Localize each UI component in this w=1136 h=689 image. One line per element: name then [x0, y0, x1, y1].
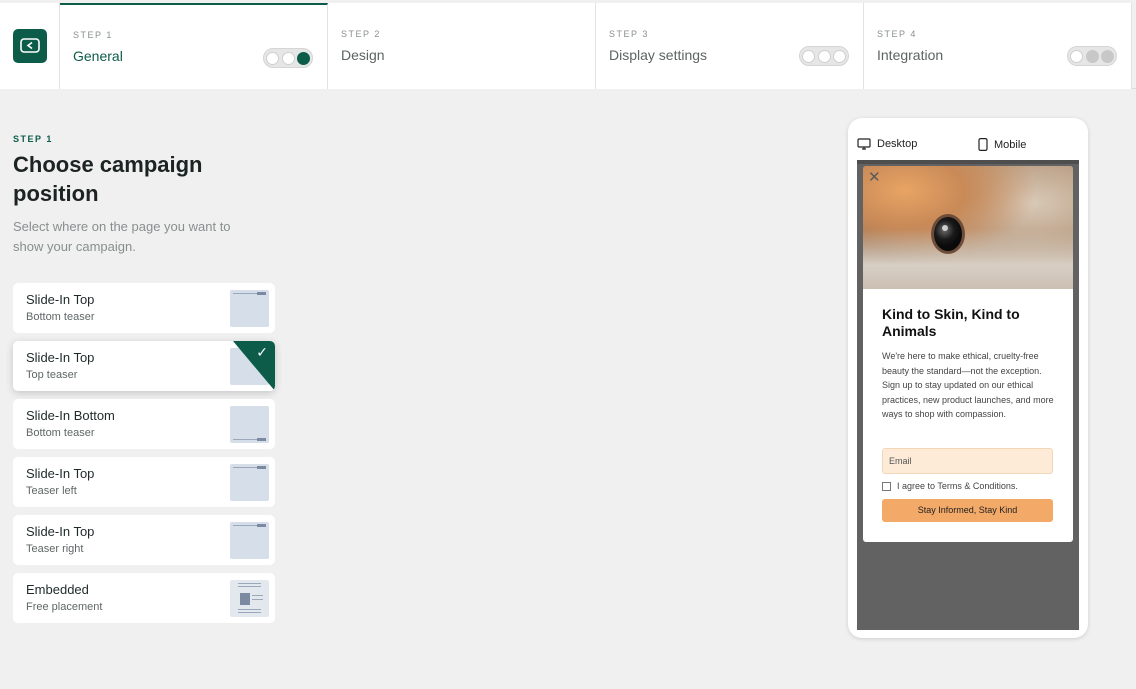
tab-mobile[interactable]: Mobile	[978, 138, 1026, 151]
position-option[interactable]: Slide-In Top Bottom teaser	[13, 283, 275, 333]
app-logo[interactable]	[12, 29, 47, 63]
step-integration[interactable]: STEP 4 Integration	[864, 3, 1132, 89]
step-number: STEP 4	[877, 29, 917, 39]
step-progress-dots	[799, 46, 849, 66]
progress-dot	[1085, 49, 1099, 63]
page-subtitle: Select where on the page you want to sho…	[13, 219, 231, 254]
tab-desktop-label: Desktop	[877, 138, 918, 150]
thumb-block	[240, 593, 250, 605]
progress-dot	[1070, 49, 1083, 63]
step-number: STEP 1	[73, 30, 113, 40]
position-option[interactable]: Embedded Free placement	[13, 573, 275, 623]
progress-dot-active	[297, 51, 310, 65]
terms-agree[interactable]: I agree to Terms & Conditions.	[882, 481, 1018, 491]
thumb-line	[252, 599, 263, 600]
campaign-popup: ✕ Kind to Skin, Kind to Animals We're he…	[863, 166, 1073, 542]
photo-fur	[863, 229, 1073, 289]
mobile-screen: ✕ Kind to Skin, Kind to Animals We're he…	[857, 160, 1079, 630]
layout-thumbnail	[230, 406, 269, 443]
layout-thumbnail	[230, 580, 269, 617]
thumb-line	[238, 609, 261, 610]
chat-logo-icon	[19, 38, 40, 53]
steps-bar: STEP 1 General STEP 2 Design STEP 3 Disp…	[0, 3, 1136, 89]
thumb-line	[238, 612, 261, 613]
page-title: Choose campaign position	[13, 152, 203, 206]
step-general[interactable]: STEP 1 General	[60, 3, 328, 89]
device-preview: Desktop Mobile ✕ Kind to Skin, Kind to A…	[848, 118, 1088, 638]
position-options: Slide-In Top Bottom teaser Slide-In Top …	[13, 283, 275, 631]
monitor-icon	[857, 138, 871, 150]
position-option[interactable]: Slide-In Top Teaser right	[13, 515, 275, 565]
progress-dot	[266, 51, 279, 65]
close-icon[interactable]: ✕	[868, 168, 881, 186]
thumb-block	[257, 524, 266, 527]
step-progress-dots	[263, 48, 313, 68]
popup-title: Kind to Skin, Kind to Animals	[882, 306, 1020, 339]
logo-cell[interactable]	[0, 3, 60, 89]
progress-dot	[1101, 49, 1114, 63]
terms-checkbox[interactable]	[882, 481, 891, 491]
device-tabs: Desktop Mobile	[848, 118, 1088, 158]
step-eyebrow: STEP 1	[13, 134, 53, 144]
step-design[interactable]: STEP 2 Design	[328, 3, 596, 89]
step-number: STEP 2	[341, 29, 381, 39]
layout-thumbnail	[230, 290, 269, 327]
progress-dot	[281, 51, 295, 65]
thumb-block	[257, 292, 266, 295]
step-label: Design	[341, 47, 385, 63]
thumb-block	[257, 438, 266, 441]
thumb-line	[238, 583, 261, 584]
subscribe-button[interactable]: Stay Informed, Stay Kind	[882, 499, 1053, 522]
email-input[interactable]: Email	[882, 448, 1053, 474]
position-header: STEP 1 Choose campaign position Select w…	[13, 134, 283, 257]
terms-label: I agree to Terms & Conditions.	[897, 481, 1018, 491]
selected-corner	[233, 341, 275, 391]
tab-desktop[interactable]: Desktop	[857, 138, 917, 150]
thumb-line	[252, 595, 263, 596]
position-option-selected[interactable]: Slide-In Top Top teaser ✓	[13, 341, 275, 391]
tab-mobile-label: Mobile	[994, 138, 1027, 151]
progress-dot	[817, 49, 831, 63]
step-display-settings[interactable]: STEP 3 Display settings	[596, 3, 864, 89]
step-number: STEP 3	[609, 29, 649, 39]
step-progress-dots	[1067, 46, 1117, 66]
layout-thumbnail	[230, 522, 269, 559]
position-option[interactable]: Slide-In Bottom Bottom teaser	[13, 399, 275, 449]
position-option[interactable]: Slide-In Top Teaser left	[13, 457, 275, 507]
rabbit-photo: ✕	[863, 166, 1073, 289]
checkmark-icon: ✓	[256, 344, 268, 360]
thumb-block	[257, 466, 266, 469]
layout-thumbnail	[230, 464, 269, 501]
progress-dot	[833, 49, 846, 63]
progress-dot	[802, 49, 815, 63]
smartphone-icon	[978, 138, 988, 151]
popup-description: We're here to make ethical, cruelty-free…	[882, 351, 1054, 419]
thumb-line	[238, 586, 261, 587]
rabbit-eye	[931, 214, 965, 254]
